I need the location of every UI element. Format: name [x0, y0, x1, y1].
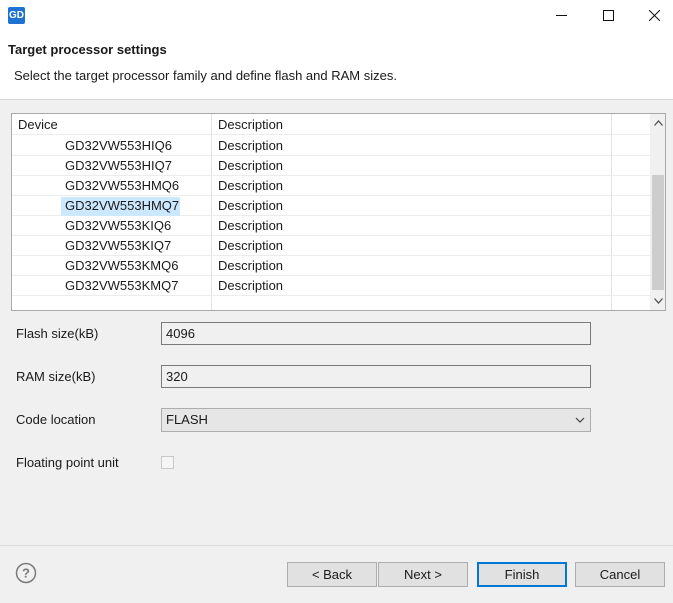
- column-header-description[interactable]: Description: [218, 115, 283, 135]
- fpu-checkbox[interactable]: [161, 456, 174, 469]
- description-cell: Description: [218, 238, 284, 253]
- table-row[interactable]: GD32VW553KIQ7 Description: [12, 236, 650, 256]
- minimize-button[interactable]: [538, 0, 584, 30]
- next-button[interactable]: Next >: [378, 562, 468, 587]
- page-subtitle: Select the target processor family and d…: [14, 68, 397, 83]
- svg-text:?: ?: [22, 566, 30, 581]
- chevron-down-icon: [653, 298, 663, 304]
- code-location-label: Code location: [16, 412, 96, 427]
- chevron-down-icon: [575, 417, 585, 423]
- description-cell: Description: [218, 138, 284, 153]
- device-cell: GD32VW553KMQ6: [65, 258, 179, 273]
- device-cell: GD32VW553KIQ6: [65, 218, 172, 233]
- page-title: Target processor settings: [8, 42, 167, 57]
- description-cell: Description: [218, 258, 284, 273]
- table-row[interactable]: GD32VW553KMQ6 Description: [12, 256, 650, 276]
- code-location-value: FLASH: [166, 412, 208, 427]
- minimize-icon: [555, 14, 567, 16]
- back-button[interactable]: < Back: [287, 562, 377, 587]
- wizard-header: Target processor settings Select the tar…: [0, 32, 673, 100]
- table-row[interactable]: GD32VW553KMQ7 Description: [12, 276, 650, 296]
- column-header-device[interactable]: Device: [18, 115, 58, 135]
- app-logo-icon: GD: [8, 7, 25, 24]
- description-cell: Description: [218, 278, 284, 293]
- table-row[interactable]: GD32VW553HMQ6 Description: [12, 176, 650, 196]
- device-cell: GD32VW553HMQ7: [65, 198, 180, 213]
- table-row[interactable]: GD32VW553HIQ7 Description: [12, 156, 650, 176]
- cancel-button[interactable]: Cancel: [575, 562, 665, 587]
- table-row-selected[interactable]: GD32VW553HMQ7 Description: [12, 196, 650, 216]
- scroll-up-button[interactable]: [650, 115, 665, 131]
- maximize-icon: [602, 9, 614, 21]
- table-row[interactable]: GD32VW553KIQ6 Description: [12, 216, 650, 236]
- footer-divider: [0, 545, 673, 546]
- close-button[interactable]: [631, 0, 673, 30]
- flash-size-field[interactable]: 4096: [161, 322, 591, 345]
- fpu-label: Floating point unit: [16, 455, 119, 470]
- description-cell: Description: [218, 178, 284, 193]
- device-table[interactable]: Device Description GD32VW553HIQ6 Descrip…: [11, 113, 666, 311]
- ram-size-label: RAM size(kB): [16, 369, 96, 384]
- scroll-down-button[interactable]: [650, 293, 665, 309]
- table-header-row: Device Description: [12, 115, 650, 135]
- description-cell: Description: [218, 198, 284, 213]
- device-cell: GD32VW553HIQ6: [65, 138, 172, 153]
- device-cell: GD32VW553HIQ7: [65, 158, 172, 173]
- description-cell: Description: [218, 158, 284, 173]
- device-table-body: Device Description GD32VW553HIQ6 Descrip…: [12, 114, 650, 310]
- close-icon: [648, 9, 660, 21]
- vertical-scrollbar[interactable]: [650, 114, 665, 310]
- device-cell: GD32VW553KMQ7: [65, 278, 179, 293]
- device-cell: GD32VW553KIQ7: [65, 238, 172, 253]
- title-bar: GD: [0, 0, 673, 32]
- chevron-up-icon: [653, 120, 663, 126]
- ram-size-field[interactable]: 320: [161, 365, 591, 388]
- code-location-select[interactable]: FLASH: [161, 408, 591, 432]
- scroll-thumb[interactable]: [652, 175, 664, 290]
- flash-size-label: Flash size(kB): [16, 326, 99, 341]
- help-icon[interactable]: ?: [15, 562, 37, 584]
- table-row[interactable]: GD32VW553HIQ6 Description: [12, 136, 650, 156]
- finish-button[interactable]: Finish: [477, 562, 567, 587]
- device-cell: GD32VW553HMQ6: [65, 178, 180, 193]
- maximize-button[interactable]: [585, 0, 631, 30]
- description-cell: Description: [218, 218, 284, 233]
